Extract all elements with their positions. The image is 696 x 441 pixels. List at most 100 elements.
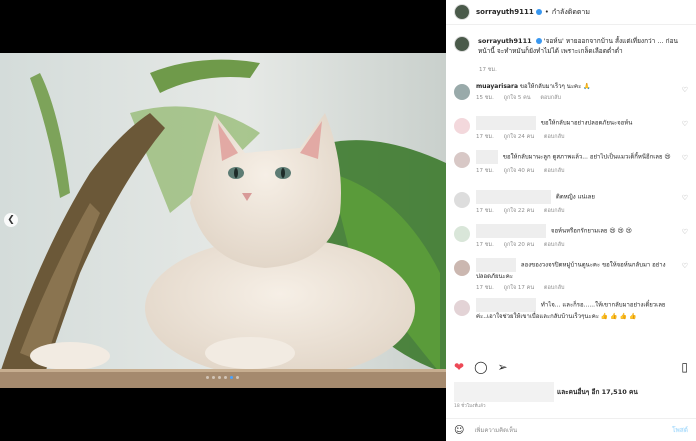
separator-dot: • xyxy=(544,8,549,16)
comment-icon[interactable]: ◯ xyxy=(474,360,487,374)
blurred-username xyxy=(476,298,536,312)
likes-count[interactable]: และคนอื่นๆ อีก 17,510 คน xyxy=(557,387,638,397)
post-date: 18 ชั่วโมงที่แล้ว xyxy=(454,404,486,409)
comment-item: muayarisara ขอให้กลับมาเร็วๆ นะคะ 🙏 15 ช… xyxy=(446,82,696,116)
comments-scroll[interactable]: sorrayuth9111 'จอห์น' หายออกจากบ้าน สั้ง… xyxy=(446,26,696,356)
comment-input[interactable]: เพิ่มความคิดเห็น xyxy=(474,425,517,435)
comment-time: 17 ชม. xyxy=(476,285,494,291)
comment-heart-icon[interactable]: ♡ xyxy=(682,194,688,202)
comment-heart-icon[interactable]: ♡ xyxy=(682,154,688,162)
reply-link[interactable]: ตอบกลับ xyxy=(544,208,565,214)
carousel-dot xyxy=(212,376,215,379)
carousel-dot xyxy=(206,376,209,379)
comment-username[interactable]: muayarisara xyxy=(476,83,518,90)
comment-time: 17 ชม. xyxy=(476,168,494,174)
verified-icon xyxy=(535,38,542,44)
comment-meta: 17 ชม. ถูกใจ 17 คน ตอบกลับ xyxy=(476,284,688,293)
emoji-icon[interactable]: ☺ xyxy=(454,425,464,436)
share-icon[interactable]: ➢ xyxy=(498,360,508,374)
caption: sorrayuth9111 'จอห์น' หายออกจากบ้าน สั้ง… xyxy=(446,26,696,56)
comment-time: 17 ชม. xyxy=(476,242,494,248)
comment-body: ติดหญิง แน่เลย 17 ชม. ถูกใจ 22 คน ตอบกลั… xyxy=(476,190,688,224)
avatar[interactable] xyxy=(454,118,470,134)
follow-status[interactable]: กำลังติดตาม xyxy=(552,7,590,18)
reply-link[interactable]: ตอบกลับ xyxy=(540,95,561,101)
comment-text: ติดหญิง แน่เลย xyxy=(555,193,595,201)
comment-body: ขอให้กลับมาอย่างปลอดภัยนะจอห์น 17 ชม. ถู… xyxy=(476,116,688,150)
reply-link[interactable]: ตอบกลับ xyxy=(544,285,565,291)
comment-likes[interactable]: ถูกใจ 22 คน xyxy=(504,208,535,214)
carousel-indicator xyxy=(206,376,239,379)
add-comment-bar: ☺ เพิ่มความคิดเห็น โพสต์ xyxy=(446,418,696,441)
blurred-username xyxy=(476,116,536,130)
comment-time: 17 ชม. xyxy=(476,134,494,140)
comment-text: จอห์นหรือกรักยามเลย 😢 😢 😢 xyxy=(550,227,632,235)
carousel-dot-active xyxy=(230,376,233,379)
comment-item: ลองของวงจรปิดหมู่บ้านดูนะคะ ขอให้จอห์นกล… xyxy=(446,258,696,298)
caption-text-block: sorrayuth9111 'จอห์น' หายออกจากบ้าน สั้ง… xyxy=(478,36,688,56)
comment-text: ขอให้กลับมานะลูก ดูสภาพแล้ว... อย่าไปเป็… xyxy=(502,153,671,161)
comment-time: 15 ชม. xyxy=(476,95,494,101)
reply-link[interactable]: ตอบกลับ xyxy=(544,168,565,174)
carousel-dot xyxy=(218,376,221,379)
comment-likes[interactable]: ถูกใจ 20 คน xyxy=(504,242,535,248)
comment-heart-icon[interactable]: ♡ xyxy=(682,86,688,94)
comment-item: ขอให้กลับมานะลูก ดูสภาพแล้ว... อย่าไปเป็… xyxy=(446,150,696,190)
verified-icon xyxy=(535,9,542,15)
caption-time: 17 ชม. xyxy=(479,67,497,73)
avatar[interactable] xyxy=(454,36,470,52)
comment-likes[interactable]: ถูกใจ 40 คน xyxy=(504,168,535,174)
comment-body: จอห์นหรือกรักยามเลย 😢 😢 😢 17 ชม. ถูกใจ 2… xyxy=(476,224,688,258)
comment-body: muayarisara ขอให้กลับมาเร็วๆ นะคะ 🙏 15 ช… xyxy=(476,82,688,116)
post-button[interactable]: โพสต์ xyxy=(672,425,688,435)
bookmark-icon[interactable]: ▯ xyxy=(681,360,688,374)
comment-heart-icon[interactable]: ♡ xyxy=(682,120,688,128)
avatar[interactable] xyxy=(454,152,470,168)
media-area: ❮ xyxy=(0,0,446,441)
instagram-post-window: ❮ sorrayuth9111 • กำลังติดตาม sorrayuth9… xyxy=(0,0,696,441)
reply-link[interactable]: ตอบกลับ xyxy=(544,134,565,140)
comment-likes[interactable]: ถูกใจ 5 คน xyxy=(504,95,531,101)
blurred-likers xyxy=(454,382,554,402)
caption-username[interactable]: sorrayuth9111 xyxy=(478,37,532,45)
avatar[interactable] xyxy=(454,84,470,100)
comment-likes[interactable]: ถูกใจ 17 คน xyxy=(504,285,535,291)
comment-body: ลองของวงจรปิดหมู่บ้านดูนะคะ ขอให้จอห์นกล… xyxy=(476,258,688,298)
comment-body: ทำไจ... และก็รอ......ให้เขากลับมาอย่างเด… xyxy=(476,298,688,332)
reply-link[interactable]: ตอบกลับ xyxy=(544,242,565,248)
avatar[interactable] xyxy=(454,4,470,20)
comment-item: จอห์นหรือกรักยามเลย 😢 😢 😢 17 ชม. ถูกใจ 2… xyxy=(446,224,696,258)
comment-time: 17 ชม. xyxy=(476,208,494,214)
post-actions: ❤ ◯ ➢ xyxy=(454,360,508,374)
blurred-username xyxy=(476,150,498,164)
post-header: sorrayuth9111 • กำลังติดตาม xyxy=(446,0,696,25)
heart-icon[interactable]: ❤ xyxy=(454,360,464,374)
comment-item: ติดหญิง แน่เลย 17 ชม. ถูกใจ 22 คน ตอบกลั… xyxy=(446,190,696,224)
comment-meta: 17 ชม. ถูกใจ 24 คน ตอบกลับ xyxy=(476,133,688,142)
comment-heart-icon[interactable]: ♡ xyxy=(682,228,688,236)
blurred-username xyxy=(476,190,551,204)
carousel-dot xyxy=(236,376,239,379)
comment-text: ขอให้กลับมาเร็วๆ นะคะ 🙏 xyxy=(519,83,591,90)
avatar[interactable] xyxy=(454,226,470,242)
avatar[interactable] xyxy=(454,300,470,316)
post-username[interactable]: sorrayuth9111 xyxy=(476,8,534,16)
blurred-username xyxy=(476,258,516,272)
blurred-username xyxy=(476,224,546,238)
avatar[interactable] xyxy=(454,192,470,208)
comment-item: ทำไจ... และก็รอ......ให้เขากลับมาอย่างเด… xyxy=(446,298,696,332)
comment-heart-icon[interactable]: ♡ xyxy=(682,262,688,270)
chevron-left-icon[interactable]: ❮ xyxy=(4,213,18,227)
comment-item: ขอให้กลับมาอย่างปลอดภัยนะจอห์น 17 ชม. ถู… xyxy=(446,116,696,150)
comment-meta: 17 ชม. ถูกใจ 40 คน ตอบกลับ xyxy=(476,167,688,176)
comment-meta: 17 ชม. ถูกใจ 22 คน ตอบกลับ xyxy=(476,207,688,216)
post-photo[interactable] xyxy=(0,53,446,388)
avatar[interactable] xyxy=(454,260,470,276)
comment-likes[interactable]: ถูกใจ 24 คน xyxy=(504,134,535,140)
post-side-panel: sorrayuth9111 • กำลังติดตาม sorrayuth911… xyxy=(446,0,696,441)
comment-meta: 15 ชม. ถูกใจ 5 คน ตอบกลับ xyxy=(476,94,688,103)
comment-meta: 17 ชม. ถูกใจ 20 คน ตอบกลับ xyxy=(476,241,688,250)
comment-text: ขอให้กลับมาอย่างปลอดภัยนะจอห์น xyxy=(540,119,633,127)
comment-body: ขอให้กลับมานะลูก ดูสภาพแล้ว... อย่าไปเป็… xyxy=(476,150,688,190)
likes-row: และคนอื่นๆ อีก 17,510 คน xyxy=(454,382,638,402)
